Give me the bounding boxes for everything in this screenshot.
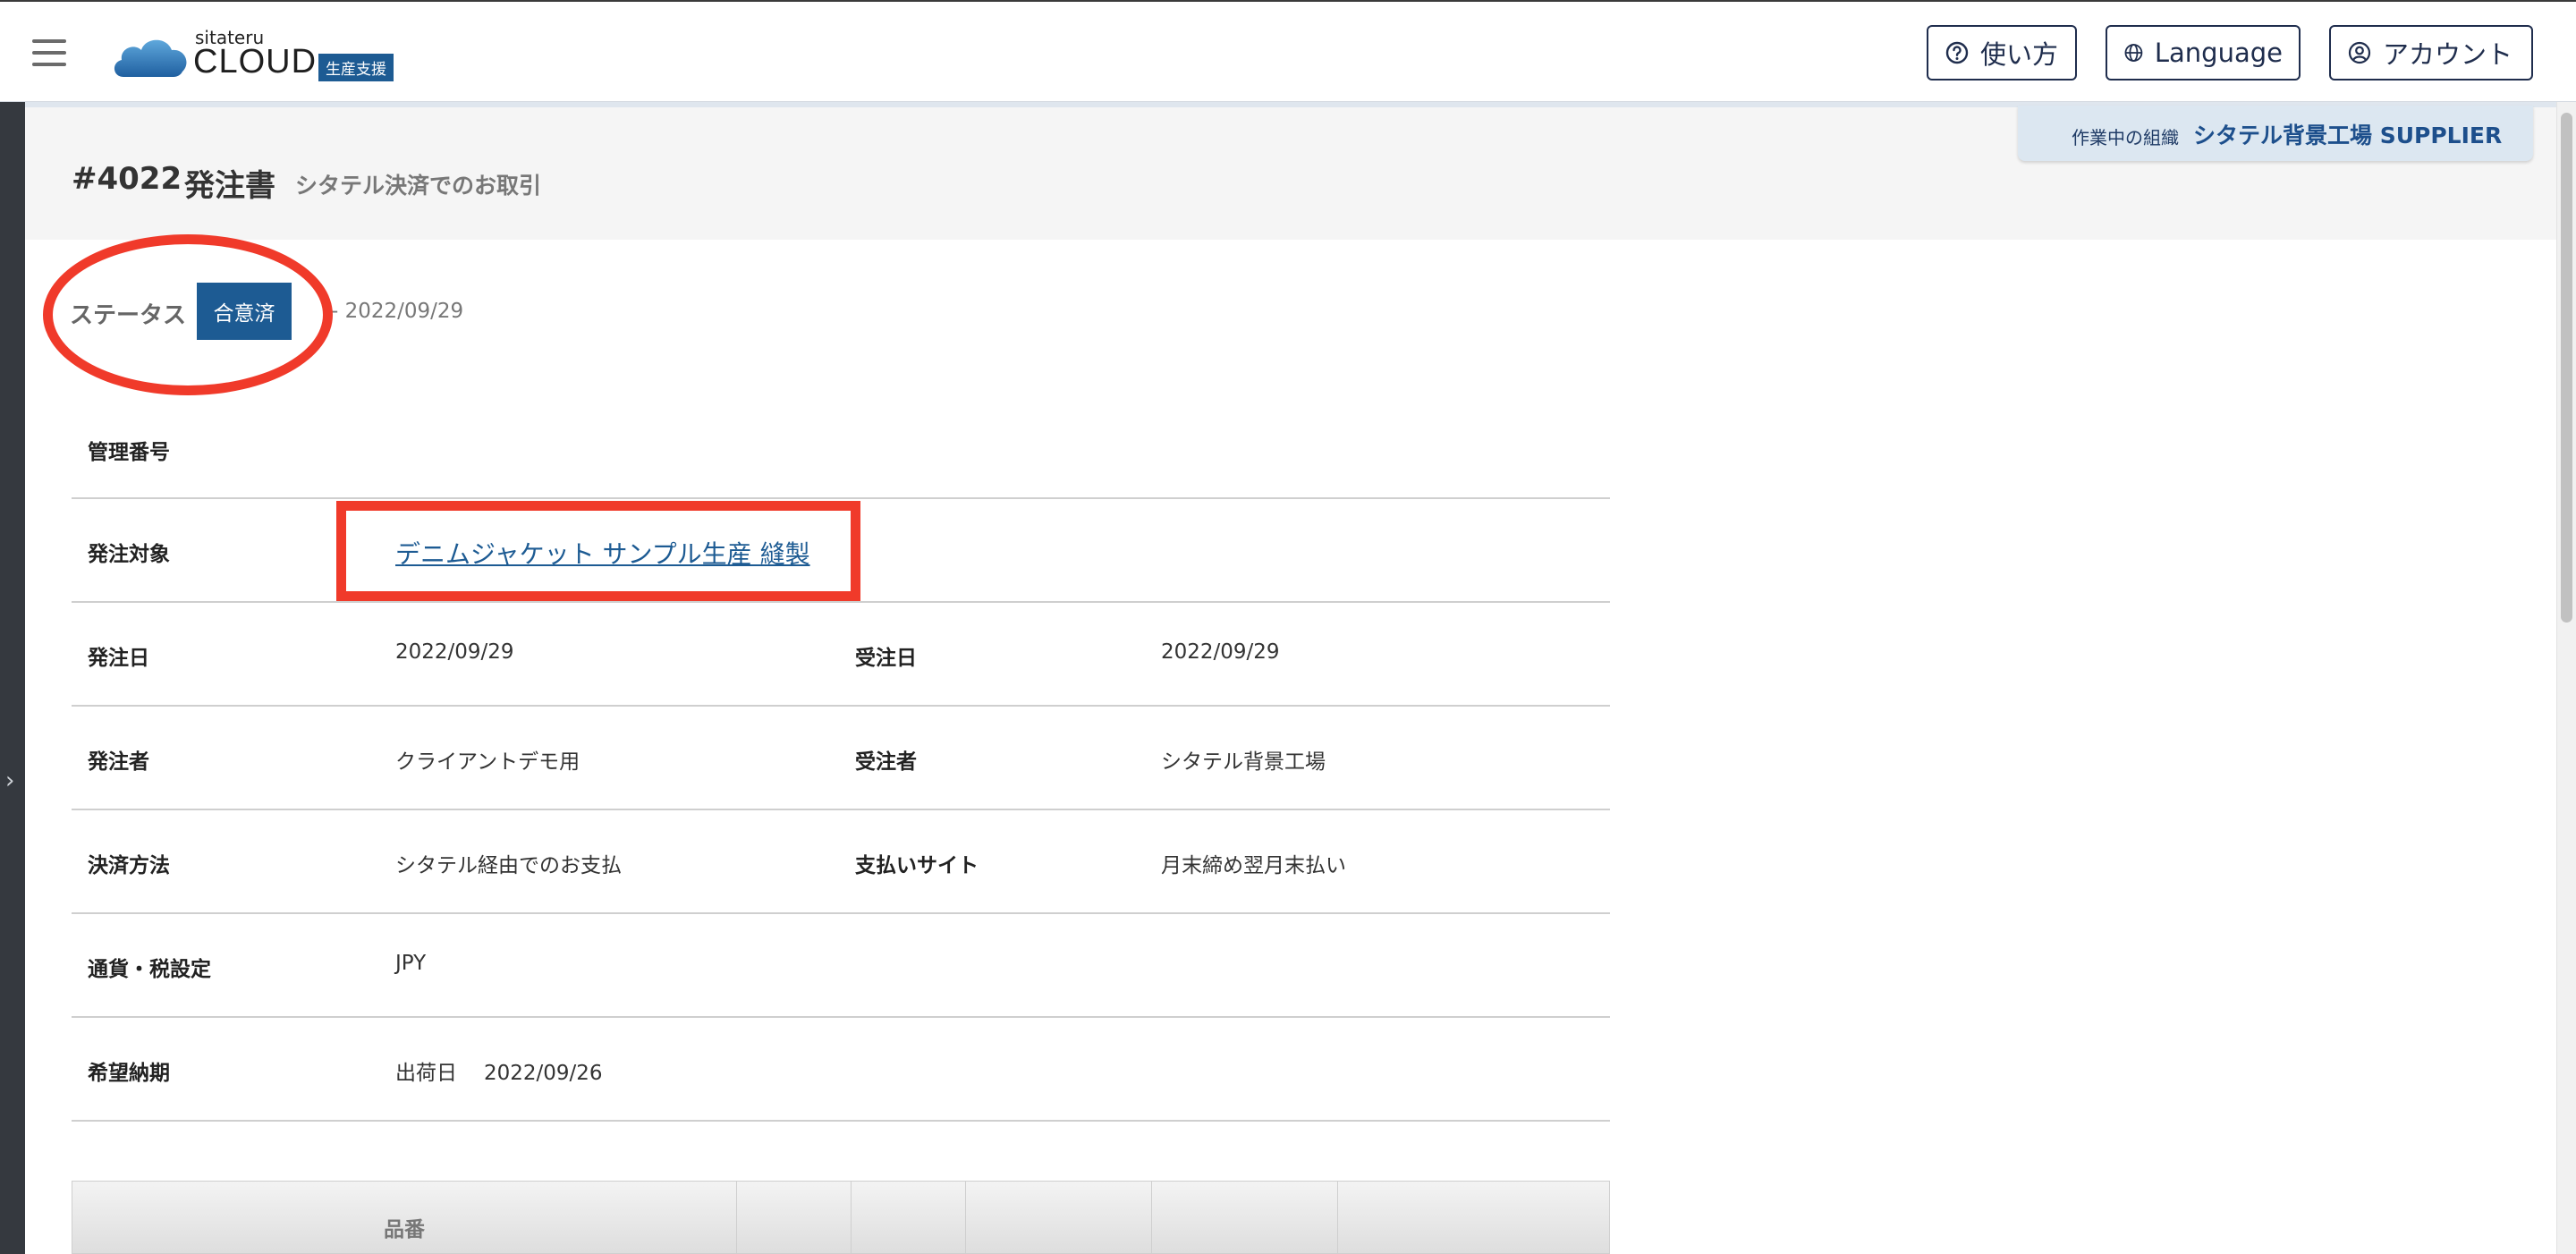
- hamburger-menu-icon[interactable]: [32, 39, 66, 66]
- annotation-ellipse: [43, 234, 333, 395]
- detail-row-payment: 決済方法 シタテル経由でのお支払 支払いサイト 月末締め翌月末払い: [72, 810, 1610, 914]
- annotation-rectangle: [336, 501, 860, 601]
- logo-tag: 生産支援: [318, 54, 394, 81]
- received-date-value: 2022/09/29: [1161, 640, 1280, 664]
- account-icon: [2348, 41, 2371, 64]
- column-product-no: 品番: [384, 1218, 425, 1241]
- org-label: 作業中の組織: [2072, 127, 2179, 148]
- status-date: - 2022/09/29: [331, 300, 464, 323]
- detail-row-dates: 発注日 2022/09/29 受注日 2022/09/29: [72, 603, 1610, 707]
- detail-row-currency: 通貨・税設定 JPY: [72, 914, 1610, 1018]
- scrollbar-thumb[interactable]: [2561, 113, 2572, 623]
- payment-method-label: 決済方法: [88, 854, 170, 877]
- page-scrollbar[interactable]: [2556, 102, 2576, 1254]
- sidebar-rail[interactable]: ›: [0, 102, 25, 1254]
- received-date-label: 受注日: [855, 647, 917, 670]
- detail-row-delivery: 希望納期 出荷日 2022/09/26: [72, 1018, 1610, 1122]
- org-value: シタテル背景工場 SUPPLIER: [2193, 123, 2503, 148]
- current-organization[interactable]: 作業中の組織 シタテル背景工場 SUPPLIER: [2018, 106, 2533, 161]
- items-table-header: 品番: [72, 1181, 1610, 1254]
- order-number: #4022: [72, 161, 182, 197]
- cloud-logo-icon: [114, 39, 187, 77]
- sitateru-cloud-logo[interactable]: sitateru CLOUD 生産支援: [111, 27, 415, 81]
- column-header-cell: [965, 1182, 966, 1254]
- delivery-date: 2022/09/26: [484, 1062, 603, 1085]
- detail-row-parties: 発注者 クライアントデモ用 受注者 シタテル背景工場: [72, 707, 1610, 810]
- help-icon: [1945, 41, 1969, 64]
- currency-value: JPY: [395, 952, 427, 975]
- page-title: 発注書: [184, 168, 275, 204]
- column-header-cell: [1151, 1182, 1152, 1254]
- detail-row-management-no: 管理番号: [72, 399, 1610, 499]
- app-header: sitateru CLOUD 生産支援 使い方 Language アカウント: [0, 0, 2576, 102]
- language-label: Language: [2154, 38, 2283, 68]
- payment-site-value: 月末締め翌月末払い: [1161, 854, 1346, 877]
- logo-big-text: CLOUD: [193, 43, 318, 80]
- management-no-label: 管理番号: [88, 441, 170, 464]
- globe-icon: [2124, 44, 2143, 62]
- receiver-label: 受注者: [855, 750, 917, 774]
- payment-method-value: シタテル経由でのお支払: [395, 854, 622, 877]
- delivery-type: 出荷日: [395, 1062, 457, 1085]
- page-subtitle: シタテル決済でのお取引: [295, 173, 542, 199]
- help-label: 使い方: [1980, 39, 2059, 70]
- order-date-value: 2022/09/29: [395, 640, 514, 664]
- account-button[interactable]: アカウント: [2329, 25, 2533, 80]
- account-label: アカウント: [2383, 39, 2513, 70]
- payment-site-label: 支払いサイト: [855, 854, 979, 877]
- column-header-cell: [1337, 1182, 1338, 1254]
- receiver-value: シタテル背景工場: [1161, 750, 1326, 774]
- orderer-label: 発注者: [88, 750, 149, 774]
- delivery-label: 希望納期: [88, 1062, 170, 1085]
- help-button[interactable]: 使い方: [1927, 25, 2077, 80]
- delivery-value: 出荷日 2022/09/26: [395, 1055, 603, 1086]
- column-header-cell: [736, 1182, 737, 1254]
- target-label: 発注対象: [88, 543, 170, 566]
- order-date-label: 発注日: [88, 647, 149, 670]
- language-button[interactable]: Language: [2106, 25, 2301, 80]
- currency-label: 通貨・税設定: [88, 958, 211, 981]
- orderer-value: クライアントデモ用: [395, 750, 580, 774]
- column-header-cell: [851, 1182, 852, 1254]
- chevron-right-icon[interactable]: ›: [5, 767, 14, 794]
